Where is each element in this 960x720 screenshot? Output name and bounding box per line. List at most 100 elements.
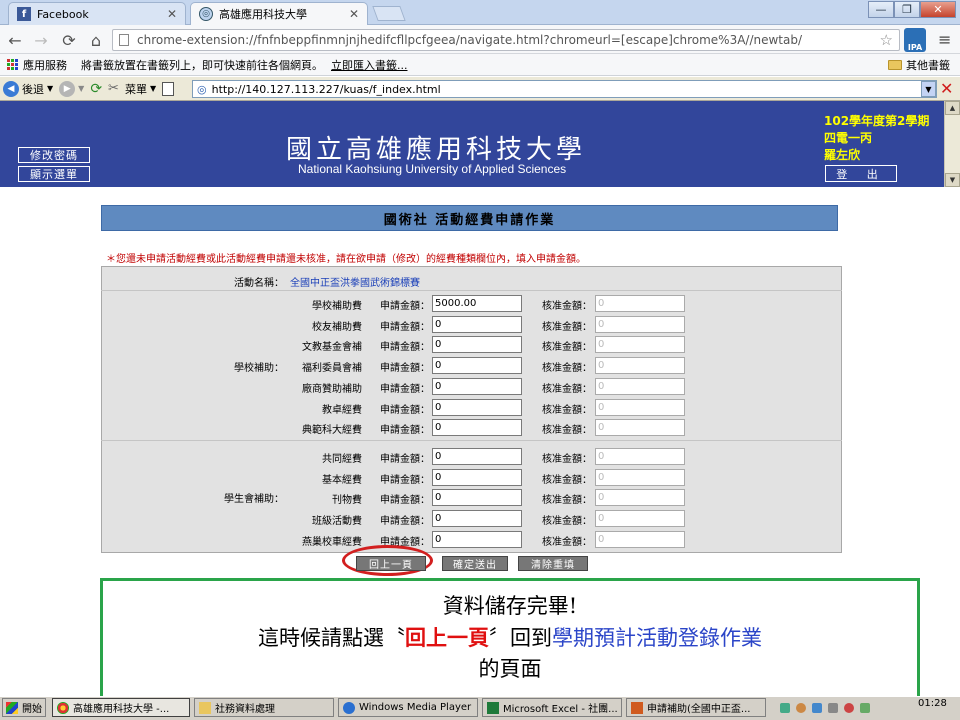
show-menu-button[interactable]: 顯示選單 (18, 166, 90, 182)
ie-menu-label: 菜單 (124, 82, 147, 96)
apply-amount-label: 申請金額： (380, 474, 430, 486)
ie-close-icon[interactable]: ✕ (940, 79, 953, 98)
apply-amount-label: 申請金額： (380, 516, 430, 528)
approve-amount-input: 0 (595, 315, 685, 333)
ie-address-bar[interactable]: ◎ http://140.127.113.227/kuas/f_index.ht… (192, 80, 937, 98)
reload-icon[interactable]: ⟳ (58, 29, 80, 51)
menu-icon[interactable]: ≡ (938, 30, 951, 49)
apply-amount-input[interactable]: 0 (432, 336, 522, 354)
fund-name: 共同經費 (322, 454, 362, 465)
taskbar-item[interactable]: 社務資料處理 (194, 698, 334, 717)
apply-amount-input[interactable]: 0 (432, 419, 522, 437)
close-icon[interactable]: ✕ (349, 7, 359, 21)
home-icon[interactable]: ⌂ (85, 29, 107, 51)
tray-icon[interactable] (844, 703, 854, 713)
tab-facebook[interactable]: f Facebook ✕ (8, 2, 186, 25)
apply-amount-input[interactable]: 0 (432, 357, 522, 375)
fund-name: 燕巢校車經費 (302, 536, 362, 548)
student-group-label: 學生會補助： (224, 494, 284, 505)
ie-forward-button[interactable]: ▶ ▼ (56, 79, 87, 99)
apps-icon (7, 58, 19, 71)
tray-icon[interactable] (796, 703, 806, 713)
taskbar-item[interactable]: 高雄應用科技大學 -... (52, 698, 190, 717)
taskbar-label: 高雄應用科技大學 -... (73, 704, 170, 715)
ie-back-button[interactable]: ◀ 後退 ▼ (0, 79, 56, 99)
tab-kuas[interactable]: ◎ 高雄應用科技大學 ✕ (190, 2, 368, 25)
approve-amount-input: 0 (595, 377, 685, 395)
system-tray (780, 700, 910, 716)
tray-icon[interactable] (828, 703, 838, 713)
apply-amount-label: 申請金額： (380, 301, 430, 312)
scroll-down-icon[interactable]: ▼ (945, 173, 960, 187)
approve-amount-label: 核准金額： (542, 383, 592, 395)
import-bookmarks-link[interactable]: 立即匯入書籤... (331, 57, 408, 73)
tray-icon[interactable] (812, 703, 822, 713)
taskbar-item[interactable]: Windows Media Player (338, 698, 478, 717)
tab-title: Facebook (37, 7, 89, 21)
bookmark-star-icon[interactable]: ☆ (880, 31, 893, 49)
back-circle-icon: ◀ (3, 80, 19, 97)
ie-menu-button[interactable]: 菜單 ▼ (122, 79, 159, 99)
change-password-button[interactable]: 修改密碼 (18, 147, 90, 163)
close-icon[interactable]: ✕ (167, 7, 177, 21)
tools-icon: ✂ (108, 81, 119, 96)
dropdown-arrow-icon[interactable]: ▼ (47, 84, 53, 93)
tray-icon[interactable] (780, 703, 790, 713)
apply-amount-input[interactable]: 0 (432, 468, 522, 486)
folder-icon (199, 701, 211, 714)
back-arrow-icon[interactable]: ← (4, 29, 26, 51)
bookmark-hint: 將書籤放置在書籤列上，即可快速前往各個網頁。 (81, 58, 323, 72)
address-dropdown-icon[interactable]: ▼ (921, 81, 936, 97)
globe-icon: ◎ (199, 7, 213, 21)
taskbar-label: Windows Media Player (359, 702, 472, 713)
apply-amount-input[interactable]: 0 (432, 398, 522, 416)
ipa-extension-icon[interactable]: IPA (904, 28, 926, 52)
dropdown-arrow-icon[interactable]: ▼ (78, 84, 84, 93)
callout-line2: 這時候請點選〝回上一頁〞回到學期預計活動登錄作業 (103, 622, 917, 654)
ie-globe-icon: ◎ (197, 82, 207, 96)
reset-button[interactable]: 清除重填 (518, 556, 588, 571)
start-button[interactable]: 開始 (2, 698, 46, 717)
ie-tools-button[interactable]: ✂ (105, 79, 122, 99)
approve-amount-label: 核准金額： (542, 363, 592, 375)
apply-amount-input[interactable]: 0 (432, 448, 522, 465)
approve-amount-label: 核准金額： (542, 404, 592, 416)
apps-link[interactable]: 應用服務 (23, 57, 67, 73)
apply-amount-label: 申請金額： (380, 495, 430, 507)
approve-amount-input: 0 (595, 419, 685, 437)
ie-address-text: http://140.127.113.227/kuas/f_index.html (211, 82, 441, 96)
apply-amount-input[interactable]: 0 (432, 510, 522, 528)
callout-line1: 資料儲存完畢! (442, 594, 578, 618)
apply-amount-input[interactable]: 0 (432, 377, 522, 395)
apply-amount-input[interactable]: 0 (432, 315, 522, 333)
scroll-up-icon[interactable]: ▲ (945, 101, 960, 115)
approve-amount-label: 核准金額： (542, 425, 592, 437)
apply-amount-label: 申請金額： (380, 454, 430, 465)
ie-refresh-button[interactable]: ⟳ (87, 79, 105, 99)
frame-scrollbar[interactable]: ▲ ▼ (944, 101, 960, 187)
user-info: 102學年度第2學期 四電一丙 羅左欣 (824, 113, 929, 164)
apply-amount-input[interactable]: 5000.00 (432, 295, 522, 312)
row-divider (101, 290, 842, 291)
apply-amount-input[interactable]: 0 (432, 530, 522, 548)
approve-amount-label: 核准金額： (542, 321, 592, 333)
back-page-button[interactable]: 回上一頁 (356, 556, 426, 571)
submit-button[interactable]: 確定送出 (442, 556, 508, 571)
tray-icon[interactable] (860, 703, 870, 713)
taskbar-item[interactable]: Microsoft Excel - 社團... (482, 698, 622, 717)
other-bookmarks[interactable]: 其他書籤 (888, 57, 950, 73)
ie-page-button[interactable] (159, 79, 177, 99)
forward-arrow-icon[interactable]: → (30, 29, 52, 51)
apply-amount-label: 申請金額： (380, 321, 430, 333)
taskbar-item[interactable]: 申請補助(全國中正盃... (626, 698, 766, 717)
new-tab-button[interactable] (372, 6, 406, 21)
approve-amount-label: 核准金額： (542, 454, 592, 465)
logout-button[interactable]: 登 出 (825, 165, 897, 182)
omnibox[interactable]: chrome-extension://fnfnbeppfinmnjnjhedif… (112, 29, 900, 51)
minimize-button[interactable]: — (868, 1, 894, 18)
apply-amount-input[interactable]: 0 (432, 489, 522, 507)
close-window-button[interactable]: ✕ (920, 1, 956, 18)
dropdown-arrow-icon: ▼ (149, 84, 157, 93)
maximize-button[interactable]: ❐ (894, 1, 920, 18)
approve-amount-label: 核准金額： (542, 516, 592, 528)
